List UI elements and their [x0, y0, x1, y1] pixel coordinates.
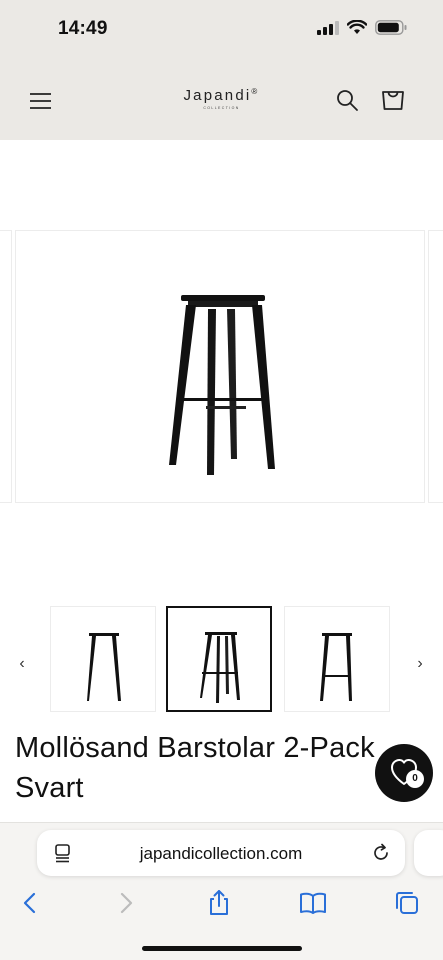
site-logo[interactable]: Japandi® COLLECTION: [0, 87, 443, 110]
status-bar: 14:49: [0, 0, 443, 60]
share-icon: [210, 890, 228, 915]
thumbnail-next-button[interactable]: ›: [410, 652, 430, 676]
cellular-signal-icon: [317, 20, 339, 35]
tabs-icon: [396, 892, 418, 914]
bar-stool-image: [169, 295, 275, 475]
cart-button[interactable]: [380, 86, 406, 112]
reload-icon[interactable]: [371, 843, 391, 863]
back-icon: [23, 892, 36, 914]
bookmarks-button[interactable]: [298, 888, 328, 918]
heart-icon: [391, 759, 417, 785]
main-product-image[interactable]: [15, 230, 425, 503]
forward-button[interactable]: [110, 888, 140, 918]
tabs-button[interactable]: [392, 888, 422, 918]
battery-icon: [375, 20, 407, 35]
back-button[interactable]: [16, 888, 46, 918]
chevron-right-icon: ›: [417, 655, 423, 672]
thumbnail-prev-button[interactable]: ‹: [12, 652, 32, 676]
bar-stool-thumbnail: [200, 632, 240, 703]
wishlist-count-badge: 0: [406, 770, 424, 788]
bar-stool-thumbnail: [320, 633, 352, 701]
next-slide-edge[interactable]: [428, 230, 443, 503]
search-button[interactable]: [335, 88, 359, 112]
thumbnail-2[interactable]: [166, 606, 272, 712]
thumbnail-1[interactable]: [50, 606, 156, 712]
bookmarks-icon: [300, 892, 326, 914]
wifi-icon: [347, 20, 367, 34]
status-icons: [317, 20, 407, 35]
chevron-left-icon: ‹: [19, 655, 25, 672]
next-tab-preview[interactable]: [414, 830, 443, 876]
logo-text: Japandi: [183, 87, 252, 104]
wishlist-button[interactable]: [375, 744, 433, 802]
site-header: Japandi® COLLECTION: [0, 60, 443, 140]
previous-slide-edge[interactable]: [0, 230, 12, 503]
url-text[interactable]: japandicollection.com: [37, 844, 405, 864]
cart-icon: [382, 91, 404, 110]
logo-subtitle: COLLECTION: [203, 106, 240, 110]
bar-stool-thumbnail: [87, 633, 121, 701]
forward-icon: [120, 892, 133, 914]
share-button[interactable]: [204, 888, 234, 918]
logo-mark: ®: [251, 87, 260, 96]
status-time: 14:49: [58, 18, 108, 39]
search-icon: [337, 90, 358, 111]
thumbnail-3[interactable]: [284, 606, 390, 712]
address-bar[interactable]: japandicollection.com: [37, 830, 405, 876]
product-title: Mollösand Barstolar 2-Pack Svart: [15, 732, 375, 804]
home-indicator: [142, 946, 302, 951]
